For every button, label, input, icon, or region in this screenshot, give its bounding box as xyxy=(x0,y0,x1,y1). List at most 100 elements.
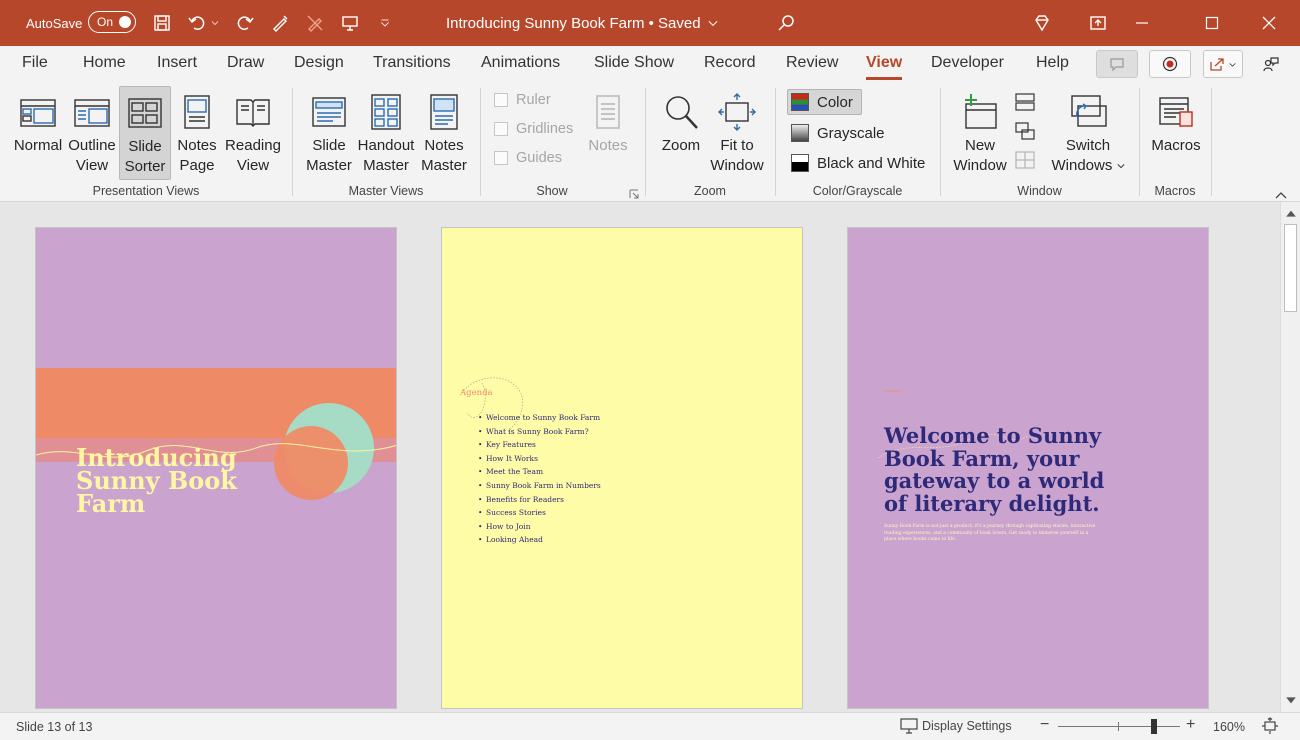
group-separator xyxy=(1139,88,1140,196)
pen-button[interactable] xyxy=(265,0,295,46)
outline-view-label-2: View xyxy=(75,157,109,174)
notes-page-button[interactable]: Notes Page xyxy=(173,86,221,176)
handout-master-button[interactable]: Handout Master xyxy=(356,86,416,176)
scroll-up-button[interactable] xyxy=(1285,207,1297,219)
tab-developer[interactable]: Developer xyxy=(931,54,1004,72)
notes-pane-button[interactable]: Notes xyxy=(586,86,630,156)
close-button[interactable] xyxy=(1246,0,1292,46)
fit-slide-icon xyxy=(1262,717,1278,734)
slide-master-icon xyxy=(312,97,346,127)
redo-button[interactable] xyxy=(230,0,260,46)
present-button[interactable] xyxy=(335,0,365,46)
slide-thumbnail-agenda[interactable]: Agenda Welcome to Sunny Book Farm What i… xyxy=(441,227,803,709)
list-item: Success Stories xyxy=(478,508,601,522)
zoom-slider-thumb[interactable] xyxy=(1151,719,1157,734)
gridlines-checkbox[interactable]: Gridlines xyxy=(494,121,573,137)
presenter-coach-button[interactable] xyxy=(1256,50,1286,78)
zoom-group-label: Zoom xyxy=(694,184,726,198)
tab-help[interactable]: Help xyxy=(1036,54,1069,72)
normal-view-button[interactable]: Normal xyxy=(10,86,66,156)
autosave-toggle[interactable]: On xyxy=(88,11,136,33)
zoom-slider-center-tick xyxy=(1118,722,1119,731)
zoom-label: Zoom xyxy=(661,137,701,154)
share-button[interactable] xyxy=(1203,50,1243,78)
highlighter-icon xyxy=(307,15,323,32)
show-dialog-launcher[interactable] xyxy=(629,187,639,199)
tab-transitions[interactable]: Transitions xyxy=(373,54,451,72)
ribbon-display-icon xyxy=(1090,16,1106,30)
tab-view[interactable]: View xyxy=(866,54,903,80)
reading-view-button[interactable]: Reading View xyxy=(222,86,284,176)
color-label: Color xyxy=(817,93,853,111)
notes-master-label-2: Master xyxy=(421,157,467,174)
ruler-checkbox[interactable]: Ruler xyxy=(494,92,551,108)
switch-windows-button[interactable]: Switch Windows xyxy=(1046,86,1130,176)
checkbox-box xyxy=(494,151,508,165)
undo-dropdown[interactable] xyxy=(204,0,226,46)
save-button[interactable] xyxy=(147,0,177,46)
maximize-button[interactable] xyxy=(1189,0,1235,46)
tab-record[interactable]: Record xyxy=(704,54,756,72)
slide-title: Welcome to Sunny Book Farm, your gateway… xyxy=(884,423,1105,516)
tab-insert[interactable]: Insert xyxy=(157,54,197,72)
comments-button[interactable] xyxy=(1096,50,1138,78)
macros-button[interactable]: Macros xyxy=(1148,86,1204,156)
tab-slide-show[interactable]: Slide Show xyxy=(594,54,674,72)
move-split-button[interactable] xyxy=(1014,150,1036,170)
slide-master-label-1: Slide xyxy=(312,137,346,154)
outline-view-label-1: Outline xyxy=(68,137,116,154)
cascade-button[interactable] xyxy=(1014,121,1036,141)
fit-to-window-label-1: Fit to xyxy=(720,137,754,154)
fit-to-window-button[interactable]: Fit to Window xyxy=(706,86,768,176)
color-button[interactable]: Color xyxy=(787,89,862,115)
highlighter-button[interactable] xyxy=(300,0,330,46)
zoom-in-button[interactable]: + xyxy=(1186,716,1195,734)
notes-master-button[interactable]: Notes Master xyxy=(418,86,470,176)
group-separator xyxy=(292,88,293,196)
minimize-button[interactable] xyxy=(1119,0,1165,46)
tab-file[interactable]: File xyxy=(22,54,48,72)
zoom-button[interactable]: Zoom xyxy=(654,86,708,156)
slide-sorter-button[interactable]: Slide Sorter xyxy=(119,86,171,180)
tab-home[interactable]: Home xyxy=(83,54,126,72)
vertical-scrollbar[interactable] xyxy=(1280,202,1300,712)
guides-checkbox[interactable]: Guides xyxy=(494,150,562,166)
search-button[interactable] xyxy=(771,0,801,46)
chevron-up-icon xyxy=(1275,192,1287,199)
customize-qat-button[interactable] xyxy=(370,0,400,46)
zoom-level[interactable]: 160% xyxy=(1213,720,1245,734)
diamond-icon xyxy=(1035,15,1049,32)
tab-animations[interactable]: Animations xyxy=(481,54,560,72)
record-button[interactable] xyxy=(1149,50,1191,78)
tab-design[interactable]: Design xyxy=(294,54,344,72)
tab-draw[interactable]: Draw xyxy=(227,54,264,72)
switch-windows-icon xyxy=(1071,95,1107,127)
zoom-out-button[interactable]: − xyxy=(1040,716,1049,734)
share-icon xyxy=(1210,58,1224,71)
zoom-slider-track[interactable] xyxy=(1058,726,1180,727)
notes-page-label-2: Page xyxy=(179,157,215,174)
triangle-up-icon xyxy=(1286,210,1296,217)
agenda-list: Welcome to Sunny Book Farm What is Sunny… xyxy=(478,413,601,549)
black-and-white-button[interactable]: Black and White xyxy=(791,152,925,174)
document-title[interactable]: Introducing Sunny Book Farm • Saved xyxy=(446,0,719,46)
display-settings-button[interactable]: Display Settings xyxy=(900,718,1012,734)
ribbon-display-button[interactable] xyxy=(1083,0,1113,46)
switch-windows-label-2-text: Windows xyxy=(1051,157,1113,174)
tab-review[interactable]: Review xyxy=(786,54,838,72)
arrange-all-button[interactable] xyxy=(1014,92,1036,112)
slide-thumbnail-introduction[interactable]: Introduction Welcome to Sunny Book Farm,… xyxy=(847,227,1209,709)
collapse-ribbon-button[interactable] xyxy=(1274,188,1288,199)
new-window-button[interactable]: New Window xyxy=(950,86,1010,176)
fit-slide-button[interactable] xyxy=(1261,717,1279,738)
list-item: Welcome to Sunny Book Farm xyxy=(478,413,601,427)
slide-master-button[interactable]: Slide Master xyxy=(302,86,356,176)
minimize-icon xyxy=(1136,22,1148,24)
premium-button[interactable] xyxy=(1027,0,1057,46)
grayscale-button[interactable]: Grayscale xyxy=(791,122,885,144)
slide-thumbnail-title[interactable]: Introducing Sunny Book Farm xyxy=(35,227,397,709)
redo-icon xyxy=(237,16,254,30)
scroll-down-button[interactable] xyxy=(1285,695,1297,707)
scrollbar-thumb[interactable] xyxy=(1284,224,1297,312)
outline-view-button[interactable]: Outline View xyxy=(65,86,119,176)
